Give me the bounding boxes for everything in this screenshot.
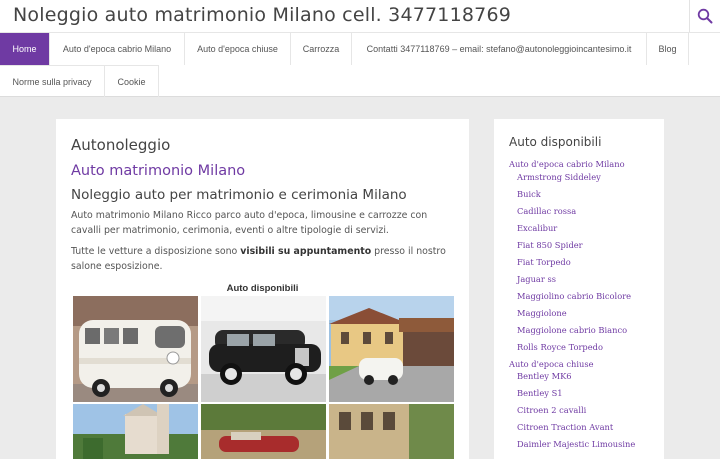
page-title: Autonoleggio [71, 136, 171, 154]
widget-title: Auto disponibili [509, 135, 602, 149]
nav-item-contatti[interactable]: Contatti 3477118769 – email: stefano@aut… [352, 33, 647, 65]
sidebar-link-citroen-2-cavalli[interactable]: Citroen 2 cavalli [517, 405, 586, 415]
building-image [329, 404, 454, 459]
availability-text-before: Tutte le vetture a disposizione sono [71, 246, 241, 257]
sidebar-link-armstrong-siddeley[interactable]: Armstrong Siddeley [517, 172, 601, 182]
sidebar-category-cabrio[interactable]: Auto d'epoca cabrio Milano [509, 159, 625, 169]
sidebar-link-maggiolone-cabrio-bianco[interactable]: Maggiolone cabrio Bianco [517, 325, 627, 335]
nav-item-cookie[interactable]: Cookie [105, 65, 159, 97]
sidebar-link-buick[interactable]: Buick [517, 189, 541, 199]
sidebar-link-fiat-850-spider[interactable]: Fiat 850 Spider [517, 240, 583, 250]
main-nav: Home Auto d'epoca cabrio Milano Auto d'e… [0, 32, 720, 97]
sidebar-link-bentley-s1[interactable]: Bentley S1 [517, 388, 563, 398]
gallery-photo-black-vintage[interactable] [201, 296, 326, 402]
main-content: Autonoleggio Auto matrimonio Milano Nole… [56, 119, 469, 459]
nav-item-carrozza[interactable]: Carrozza [291, 33, 352, 65]
sidebar-link-excalibur[interactable]: Excalibur [517, 223, 557, 233]
sidebar-link-maggiolino-cabrio-bicolore[interactable]: Maggiolino cabrio Bicolore [517, 291, 631, 301]
search-icon [697, 8, 713, 24]
gallery-caption: Auto disponibili [226, 283, 299, 294]
gallery-photo-church[interactable] [73, 404, 198, 459]
availability-text-bold: visibili su appuntamento [240, 246, 372, 257]
section-heading: Auto matrimonio Milano [71, 163, 246, 179]
red-cabrio-image [201, 404, 326, 459]
sidebar-link-cadillac-rossa[interactable]: Cadillac rossa [517, 206, 576, 216]
sidebar-link-maggiolone[interactable]: Maggiolone [517, 308, 567, 318]
sidebar-link-rolls-royce-torpedo[interactable]: Rolls Royce Torpedo [517, 342, 603, 352]
church-image [73, 404, 198, 459]
sidebar-category-chiuse[interactable]: Auto d'epoca chiuse [509, 359, 594, 369]
gallery-photo-building[interactable] [329, 404, 454, 459]
site-header: Noleggio auto matrimonio Milano cell. 34… [0, 0, 720, 32]
sidebar-link-daimler-majestic-limousine[interactable]: Daimler Majestic Limousine [517, 439, 635, 449]
vw-bus-image [73, 296, 198, 402]
nav-item-privacy[interactable]: Norme sulla privacy [0, 65, 105, 97]
villa-white-car-image [329, 296, 454, 402]
nav-item-blog[interactable]: Blog [647, 33, 689, 65]
sidebar-link-citroen-traction-avant[interactable]: Citroen Traction Avant [517, 422, 613, 432]
gallery-photo-vw-bus[interactable] [73, 296, 198, 402]
section-subheading: Noleggio auto per matrimonio e cerimonia… [71, 187, 407, 203]
gallery-photo-villa-car[interactable] [329, 296, 454, 402]
sidebar-link-bentley-mk6[interactable]: Bentley MK6 [517, 371, 572, 381]
sidebar-widget: Auto disponibili Auto d'epoca cabrio Mil… [494, 119, 664, 459]
availability-paragraph: Tutte le vetture a disposizione sono vis… [71, 244, 456, 274]
sidebar-link-fiat-torpedo[interactable]: Fiat Torpedo [517, 257, 571, 267]
site-title[interactable]: Noleggio auto matrimonio Milano cell. 34… [13, 4, 511, 26]
sidebar-link-jaguar-ss[interactable]: Jaguar ss [517, 274, 556, 284]
nav-item-home[interactable]: Home [0, 33, 50, 65]
nav-item-auto-epoca-cabrio[interactable]: Auto d'epoca cabrio Milano [50, 33, 185, 65]
gallery-photo-red-cabrio[interactable] [201, 404, 326, 459]
intro-paragraph: Auto matrimonio Milano Ricco parco auto … [71, 210, 428, 236]
black-vintage-car-image [201, 296, 326, 402]
search-button[interactable] [689, 0, 720, 32]
nav-item-auto-epoca-chiuse[interactable]: Auto d'epoca chiuse [185, 33, 291, 65]
